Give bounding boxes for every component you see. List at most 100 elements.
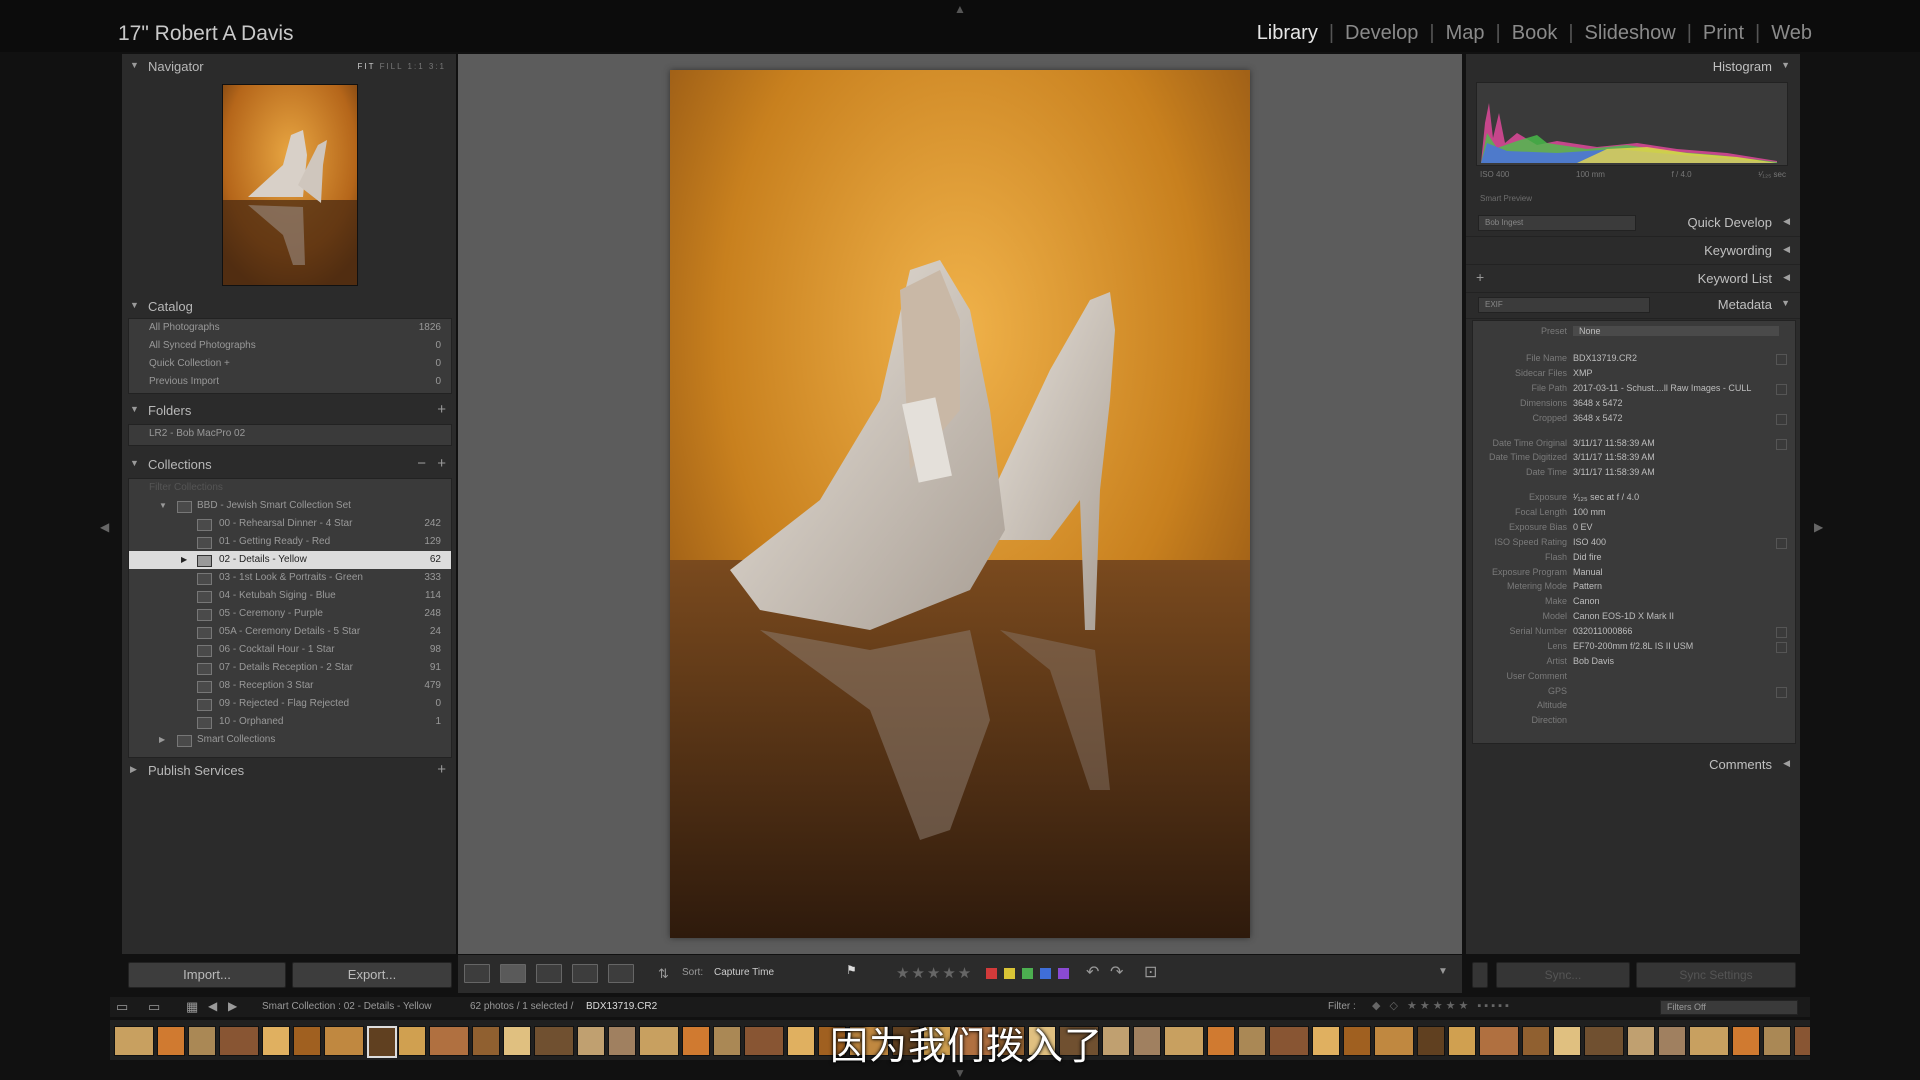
collections-header[interactable]: ▼ Collections − + <box>122 452 456 478</box>
sync-toggle-switch[interactable] <box>1472 962 1488 988</box>
filmstrip-thumbnail[interactable] <box>1207 1026 1235 1056</box>
metadata-action-icon[interactable] <box>1776 641 1787 653</box>
filmstrip-thumbnail[interactable] <box>262 1026 290 1056</box>
catalog-header[interactable]: ▼ Catalog <box>122 294 456 320</box>
collections-filter-input[interactable]: Filter Collections <box>149 482 223 493</box>
filmstrip-thumbnail[interactable] <box>1448 1026 1476 1056</box>
collection-item[interactable]: 07 - Details Reception - 2 Star 91 <box>129 659 451 677</box>
add-keyword-button[interactable]: + <box>1476 269 1484 285</box>
rotate-left-icon[interactable]: ↶ <box>1086 962 1099 982</box>
filmstrip-thumbnail[interactable] <box>1312 1026 1340 1056</box>
filmstrip-filename[interactable]: BDX13719.CR2 <box>586 1001 657 1012</box>
filmstrip-thumbnail[interactable] <box>1627 1026 1655 1056</box>
collection-item[interactable]: 04 - Ketubah Siging - Blue 114 <box>129 587 451 605</box>
comments-header[interactable]: Comments ◀ <box>1466 752 1800 778</box>
metadata-value[interactable]: Canon EOS-1D X Mark II <box>1573 611 1674 621</box>
zoom-1-1[interactable]: 1:1 <box>408 62 425 71</box>
add-publish-service-button[interactable]: + <box>437 761 446 778</box>
filmstrip-thumbnail[interactable] <box>114 1026 154 1056</box>
filmstrip-thumbnail[interactable] <box>367 1026 397 1058</box>
disclosure-right-icon[interactable]: ▶ <box>159 735 165 744</box>
metadata-action-icon[interactable] <box>1776 627 1787 639</box>
metadata-value[interactable]: Did fire <box>1573 552 1602 562</box>
sync-settings-button[interactable]: Sync Settings <box>1636 962 1796 988</box>
quick-develop-header[interactable]: Bob Ingest Quick Develop ◀ <box>1466 210 1800 237</box>
sort-select[interactable]: Capture Time <box>714 967 774 987</box>
left-panel-toggle-icon[interactable]: ◀ <box>100 520 109 534</box>
remove-collection-button[interactable]: − <box>417 455 426 472</box>
metadata-action-icon[interactable] <box>1776 438 1787 450</box>
module-library[interactable]: Library <box>1257 22 1318 45</box>
metadata-value[interactable]: 3/11/17 11:58:39 AM <box>1573 438 1655 448</box>
metadata-value[interactable]: 032011000866 <box>1573 626 1632 636</box>
metadata-value[interactable]: Canon <box>1573 596 1600 606</box>
module-slideshow[interactable]: Slideshow <box>1585 22 1676 45</box>
filmstrip-thumbnail[interactable] <box>1343 1026 1371 1056</box>
filmstrip-thumbnail[interactable] <box>1732 1026 1760 1056</box>
smart-preview-status[interactable]: Smart Preview <box>1480 194 1532 203</box>
metadata-value[interactable]: 0 EV <box>1573 522 1593 532</box>
filmstrip-thumbnail[interactable] <box>324 1026 364 1056</box>
metadata-value[interactable]: ¹⁄₁₂₅ sec at f / 4.0 <box>1573 492 1639 502</box>
filmstrip-thumbnail[interactable] <box>429 1026 469 1056</box>
rotate-right-icon[interactable]: ↷ <box>1110 962 1123 982</box>
import-button[interactable]: Import... <box>128 962 286 988</box>
color-label-purple[interactable] <box>1058 968 1069 979</box>
metadata-value[interactable]: None <box>1573 325 1779 336</box>
star-rating[interactable]: ★★★★★ <box>896 964 973 984</box>
filmstrip-thumbnail[interactable] <box>472 1026 500 1056</box>
filter-stars[interactable]: ◆ ◇ ★★★★★ ▪▪▪▪▪ <box>1372 999 1512 1012</box>
metadata-header[interactable]: EXIF Metadata ▼ <box>1466 292 1800 319</box>
module-book[interactable]: Book <box>1512 22 1558 45</box>
filmstrip-thumbnail[interactable] <box>1417 1026 1445 1056</box>
filmstrip-thumbnail[interactable] <box>1479 1026 1519 1056</box>
metadata-value[interactable]: 3/11/17 11:58:39 AM <box>1573 452 1655 462</box>
add-collection-button[interactable]: + <box>437 455 446 472</box>
grid-icon[interactable]: ▦ <box>186 999 198 1015</box>
compare-view-button[interactable] <box>536 964 562 983</box>
metadata-value[interactable]: BDX13719.CR2 <box>1573 353 1637 363</box>
filmstrip-thumbnail[interactable] <box>1133 1026 1161 1056</box>
filmstrip-thumbnail[interactable] <box>1794 1026 1810 1056</box>
histogram-header[interactable]: Histogram ▼ <box>1466 54 1800 80</box>
toolbar-menu-chevron-icon[interactable]: ▼ <box>1438 966 1448 986</box>
metadata-value[interactable]: Bob Davis <box>1573 656 1614 666</box>
disclosure-down-icon[interactable]: ▼ <box>159 501 167 510</box>
catalog-item[interactable]: Quick Collection + 0 <box>129 355 451 373</box>
color-label-yellow[interactable] <box>1004 968 1015 979</box>
metadata-action-icon[interactable] <box>1776 413 1787 425</box>
zoom-3-1[interactable]: 3:1 <box>429 62 446 71</box>
sort-direction-icon[interactable]: ⇅ <box>658 966 669 986</box>
module-print[interactable]: Print <box>1703 22 1744 45</box>
zoom-fit[interactable]: FIT <box>357 62 375 71</box>
navigator-preview[interactable] <box>222 84 358 286</box>
filmstrip-thumbnail[interactable] <box>1658 1026 1686 1056</box>
filmstrip-source[interactable]: Smart Collection : 02 - Details - Yellow <box>262 1001 432 1012</box>
color-label-green[interactable] <box>1022 968 1033 979</box>
add-folder-button[interactable]: + <box>437 401 446 418</box>
crop-overlay-icon[interactable]: ⊡ <box>1144 962 1157 982</box>
filmstrip-thumbnail[interactable] <box>1689 1026 1729 1056</box>
collection-item[interactable]: 01 - Getting Ready - Red 129 <box>129 533 451 551</box>
metadata-value[interactable]: Pattern <box>1573 581 1602 591</box>
folders-header[interactable]: ▼ Folders + <box>122 398 456 424</box>
filmstrip-thumbnail[interactable] <box>639 1026 679 1056</box>
metadata-action-icon[interactable] <box>1776 384 1787 395</box>
secondary-window-icon[interactable]: ▭ <box>116 999 128 1015</box>
people-view-button[interactable] <box>608 964 634 983</box>
sync-button[interactable]: Sync... <box>1496 962 1630 988</box>
filmstrip-thumbnail[interactable] <box>503 1026 531 1056</box>
filter-preset-select[interactable]: Filters Off <box>1660 1000 1798 1015</box>
filmstrip-thumbnail[interactable] <box>1584 1026 1624 1056</box>
filmstrip-thumbnail[interactable] <box>713 1026 741 1056</box>
catalog-item[interactable]: Previous Import 0 <box>129 373 451 391</box>
filmstrip-thumbnail[interactable] <box>1164 1026 1204 1056</box>
collections-filter[interactable]: Filter Collections <box>129 479 451 497</box>
second-window-icon[interactable]: ▭ <box>148 999 160 1015</box>
metadata-action-icon[interactable] <box>1776 686 1787 698</box>
smart-collections-set[interactable]: ▶ Smart Collections <box>129 731 451 749</box>
right-panel-toggle-icon[interactable]: ▶ <box>1814 520 1823 534</box>
collection-item[interactable]: 06 - Cocktail Hour - 1 Star 98 <box>129 641 451 659</box>
collection-item[interactable]: 03 - 1st Look & Portraits - Green 333 <box>129 569 451 587</box>
color-label-blue[interactable] <box>1040 968 1051 979</box>
